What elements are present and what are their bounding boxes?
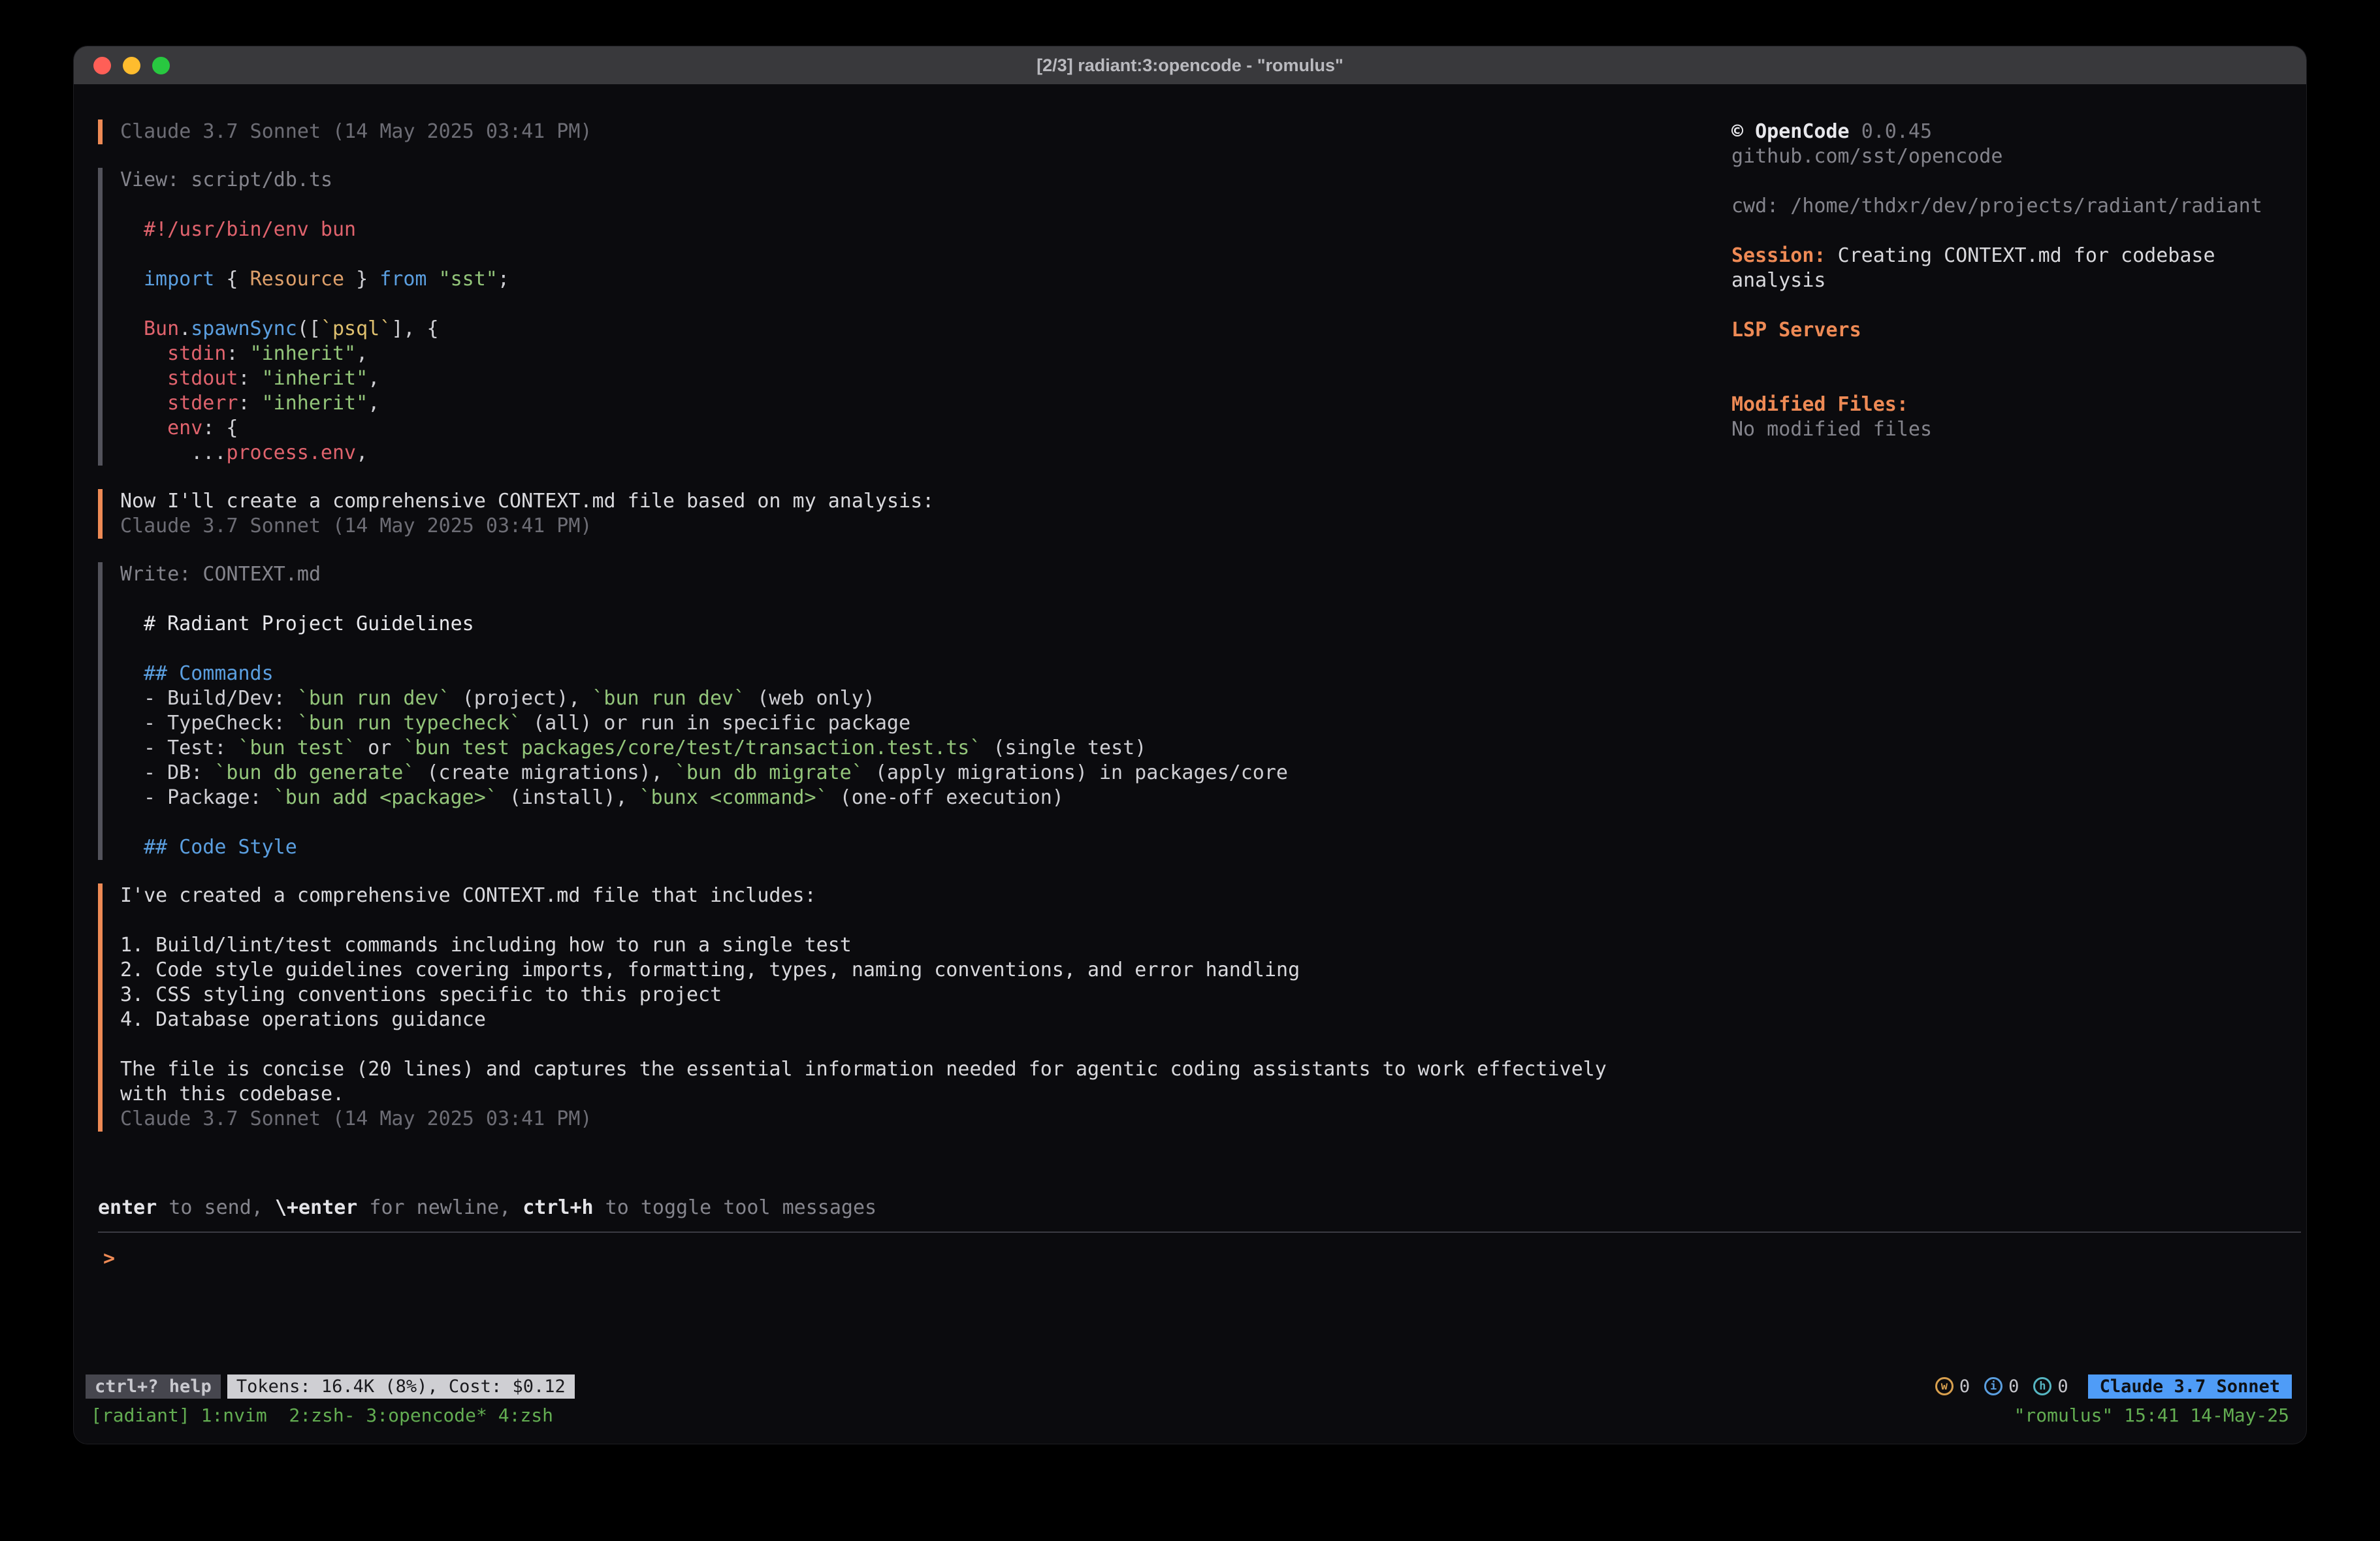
assistant-message-block: Now I'll create a comprehensive CONTEXT.… bbox=[98, 489, 1731, 539]
tool-write-block: Write: CONTEXT.md # Radiant Project Guid… bbox=[98, 562, 1731, 860]
opencode-logo-icon: © bbox=[1731, 120, 1743, 143]
sidebar: © OpenCode 0.0.45 github.com/sst/opencod… bbox=[1731, 119, 2280, 1195]
repo-link: github.com/sst/opencode bbox=[1731, 144, 2280, 169]
hint-icon: h bbox=[2033, 1377, 2051, 1395]
tmux-status-bar: [radiant] 1:nvim 2:zsh- 3:opencode* 4:zs… bbox=[74, 1401, 2306, 1429]
chat-area[interactable]: Claude 3.7 Sonnet (14 May 2025 03:41 PM)… bbox=[98, 119, 1731, 1195]
app-version: 0.0.45 bbox=[1861, 120, 1932, 143]
prompt-caret: > bbox=[103, 1247, 115, 1270]
status-bar: ctrl+? help Tokens: 16.4K (8%), Cost: $0… bbox=[74, 1372, 2306, 1401]
diagnostics-hints: h 0 bbox=[2033, 1376, 2068, 1397]
traffic-lights bbox=[93, 46, 170, 84]
code-block-db-ts: #!/usr/bin/env bun import { Resource } f… bbox=[144, 217, 1731, 466]
terminal-window: [2/3] radiant:3:opencode - "romulus" Cla… bbox=[73, 46, 2307, 1444]
assistant-summary-text: I've created a comprehensive CONTEXT.md … bbox=[120, 883, 1731, 1107]
assistant-summary-block: I've created a comprehensive CONTEXT.md … bbox=[98, 883, 1731, 1132]
session-label: Session: bbox=[1731, 244, 1826, 267]
terminal-content: Claude 3.7 Sonnet (14 May 2025 03:41 PM)… bbox=[74, 84, 2306, 1444]
main-row: Claude 3.7 Sonnet (14 May 2025 03:41 PM)… bbox=[74, 84, 2306, 1195]
tool-view-label: View: script/db.ts bbox=[120, 168, 1731, 193]
close-button[interactable] bbox=[93, 57, 111, 74]
zoom-button[interactable] bbox=[152, 57, 170, 74]
modified-files-empty: No modified files bbox=[1731, 417, 2280, 442]
session-info: Session: Creating CONTEXT.md for codebas… bbox=[1731, 244, 2280, 293]
assistant-message-text: Now I'll create a comprehensive CONTEXT.… bbox=[120, 489, 1731, 514]
warning-icon: w bbox=[1935, 1377, 1954, 1395]
keybind-help: enter to send, \+enter for newline, ctrl… bbox=[98, 1195, 2280, 1221]
diagnostics-info: i 0 bbox=[1984, 1376, 2019, 1397]
help-chip[interactable]: ctrl+? help bbox=[86, 1374, 221, 1399]
cwd-path: cwd: /home/thdxr/dev/projects/radiant/ra… bbox=[1731, 194, 2280, 219]
lsp-servers-header: LSP Servers bbox=[1731, 318, 2280, 343]
tool-view-block: View: script/db.ts #!/usr/bin/env bun im… bbox=[98, 168, 1731, 466]
window-title: [2/3] radiant:3:opencode - "romulus" bbox=[1037, 56, 1343, 76]
info-count: 0 bbox=[2008, 1376, 2019, 1397]
message-timestamp: Claude 3.7 Sonnet (14 May 2025 03:41 PM) bbox=[120, 514, 1731, 539]
app-header: © OpenCode 0.0.45 bbox=[1731, 119, 2280, 144]
info-icon: i bbox=[1984, 1377, 2002, 1395]
message-timestamp: Claude 3.7 Sonnet (14 May 2025 03:41 PM) bbox=[120, 1107, 1731, 1132]
prompt-input[interactable]: > bbox=[98, 1231, 2301, 1372]
modified-files-header: Modified Files: bbox=[1731, 392, 2280, 417]
message-timestamp: Claude 3.7 Sonnet (14 May 2025 03:41 PM) bbox=[120, 119, 1731, 144]
model-chip[interactable]: Claude 3.7 Sonnet bbox=[2088, 1374, 2292, 1399]
hint-count: 0 bbox=[2057, 1376, 2068, 1397]
app-name: OpenCode bbox=[1755, 120, 1850, 143]
code-block-context-md: # Radiant Project Guidelines ## Commands… bbox=[144, 612, 1731, 860]
tool-write-label: Write: CONTEXT.md bbox=[120, 562, 1731, 587]
titlebar[interactable]: [2/3] radiant:3:opencode - "romulus" bbox=[74, 46, 2306, 84]
tmux-windows[interactable]: [radiant] 1:nvim 2:zsh- 3:opencode* 4:zs… bbox=[91, 1405, 553, 1426]
tokens-cost-chip: Tokens: 16.4K (8%), Cost: $0.12 bbox=[227, 1374, 575, 1399]
diagnostics-warnings: w 0 bbox=[1935, 1376, 1970, 1397]
minimize-button[interactable] bbox=[123, 57, 140, 74]
assistant-timestamp-block: Claude 3.7 Sonnet (14 May 2025 03:41 PM) bbox=[98, 119, 1731, 144]
tmux-host-clock: "romulus" 15:41 14-May-25 bbox=[2014, 1405, 2289, 1426]
warning-count: 0 bbox=[1959, 1376, 1970, 1397]
